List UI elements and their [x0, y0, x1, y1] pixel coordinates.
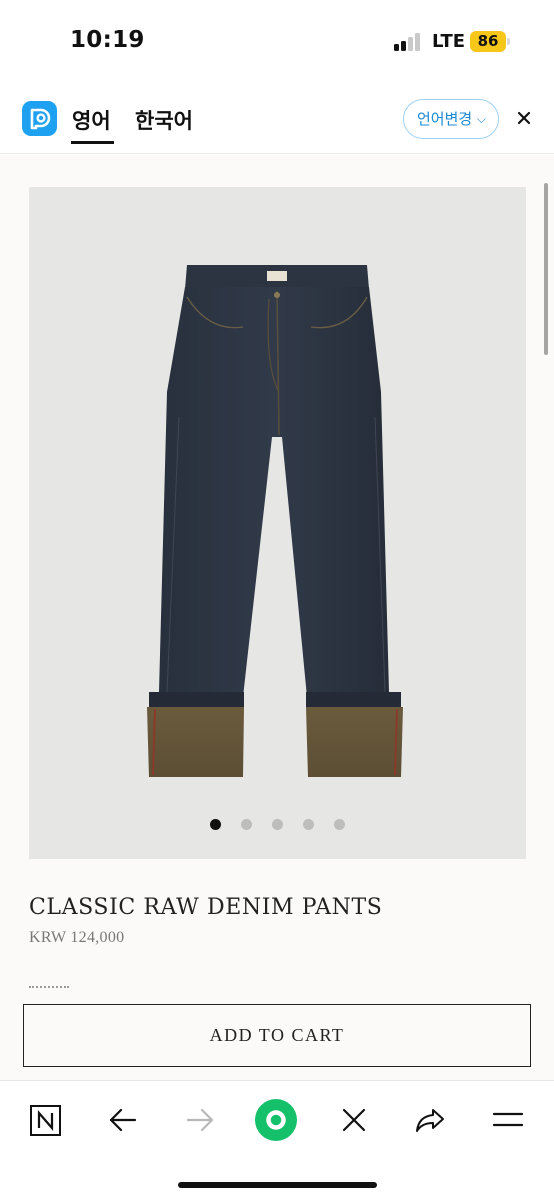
chevron-down-icon: ⌵: [476, 112, 486, 126]
page-scrollbar[interactable]: [544, 183, 548, 355]
tab-english[interactable]: 영어: [72, 105, 111, 135]
battery-tip: [507, 38, 510, 45]
status-bar: 10:19 LTE 86: [0, 0, 554, 84]
back-arrow-icon[interactable]: [101, 1098, 145, 1142]
translate-bar: 영어 한국어 언어변경 ⌵: [0, 84, 554, 154]
product-title: CLASSIC RAW DENIM PANTS: [29, 895, 383, 920]
close-x-icon[interactable]: [332, 1098, 376, 1142]
n-home-icon[interactable]: [24, 1098, 68, 1142]
tab-korean[interactable]: 한국어: [135, 105, 193, 135]
carousel-dot[interactable]: [334, 819, 345, 830]
papago-logo-icon: [22, 101, 57, 136]
product-price: KRW 124,000: [29, 929, 125, 946]
change-language-button[interactable]: 언어변경 ⌵: [403, 99, 499, 139]
home-indicator[interactable]: [178, 1182, 377, 1188]
add-to-cart-button[interactable]: ADD TO CART: [23, 1004, 531, 1067]
partially-hidden-text: [29, 986, 69, 989]
clock-time: 10:19: [70, 27, 145, 53]
browser-toolbar: [0, 1080, 554, 1200]
share-icon[interactable]: [409, 1098, 453, 1142]
product-page: CLASSIC RAW DENIM PANTS KRW 124,000 ADD …: [0, 155, 554, 1080]
carousel-dot[interactable]: [241, 819, 252, 830]
carousel-dot[interactable]: [210, 819, 221, 830]
carousel-dot[interactable]: [303, 819, 314, 830]
jeans-illustration: [147, 265, 403, 777]
product-image[interactable]: [29, 187, 526, 859]
green-dot-icon[interactable]: [254, 1098, 298, 1142]
close-icon[interactable]: [514, 108, 534, 128]
cellular-signal-icon: [394, 33, 422, 51]
battery-icon: 86: [470, 31, 506, 52]
carousel-dots: [29, 819, 526, 833]
forward-arrow-icon[interactable]: [178, 1098, 222, 1142]
menu-icon[interactable]: [486, 1098, 530, 1142]
change-language-label: 언어변경: [417, 110, 473, 128]
network-type: LTE: [432, 31, 466, 52]
carousel-dot[interactable]: [272, 819, 283, 830]
active-tab-underline: [71, 141, 114, 144]
